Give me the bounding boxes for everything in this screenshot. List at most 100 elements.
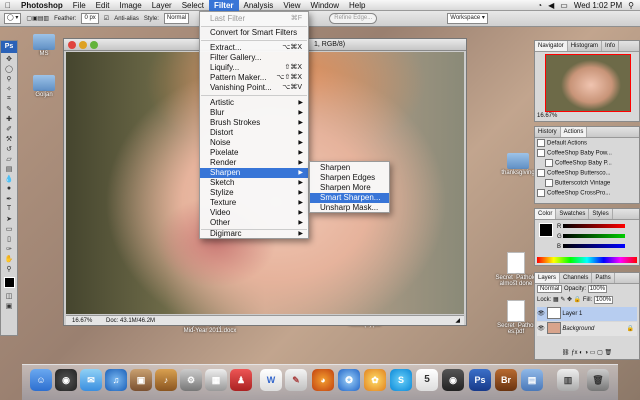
layer-row-layer1[interactable]: 👁 Layer 1 xyxy=(537,307,637,321)
channel-r-slider[interactable]: R xyxy=(557,223,637,231)
quick-mask-icon[interactable]: ◫ xyxy=(2,291,16,300)
action-row[interactable]: CoffeeShop Buttersco... xyxy=(537,169,637,177)
action-row[interactable]: CoffeeShop Baby P... xyxy=(537,159,637,167)
apple-menu-icon[interactable]:  xyxy=(0,0,16,11)
menu-item-filter-gallery[interactable]: Filter Gallery... xyxy=(200,53,308,63)
documents-stack-icon[interactable]: ▤ xyxy=(521,369,543,391)
tab-channels[interactable]: Channels xyxy=(560,273,593,283)
bridge-dock-icon[interactable]: Br xyxy=(495,369,517,391)
preview-icon[interactable]: ✎ xyxy=(285,369,307,391)
menu-item-liquify[interactable]: Liquify... ⇧⌘X xyxy=(200,63,308,73)
hand-tool-icon[interactable]: ✋ xyxy=(2,254,16,263)
menu-item-noise[interactable]: Noise ▶ xyxy=(200,138,308,148)
tab-navigator[interactable]: Navigator xyxy=(535,41,568,51)
iphoto-icon[interactable]: ▣ xyxy=(130,369,152,391)
menu-help[interactable]: Help xyxy=(344,0,370,11)
safari-icon[interactable]: ✪ xyxy=(338,369,360,391)
shape-tool-icon[interactable]: ▭ xyxy=(2,224,16,233)
zoom-level[interactable]: 16.67% xyxy=(72,316,92,326)
resize-grip-icon[interactable]: ◢ xyxy=(455,316,460,326)
layer-row-background[interactable]: 👁 Background 🔒 xyxy=(537,322,637,336)
channel-g-slider[interactable]: G xyxy=(557,233,637,241)
type-tool-icon[interactable]: T xyxy=(2,204,16,213)
navigator-zoom[interactable]: 16.67% xyxy=(537,112,637,120)
brush-tool-icon[interactable]: ✐ xyxy=(2,124,16,133)
menu-item-pixelate[interactable]: Pixelate ▶ xyxy=(200,148,308,158)
lasso-tool-icon[interactable]: ϙ xyxy=(2,74,16,83)
tab-swatches[interactable]: Swatches xyxy=(556,209,590,219)
menu-window[interactable]: Window xyxy=(306,0,344,11)
tab-paths[interactable]: Paths xyxy=(592,273,615,283)
dodge-tool-icon[interactable]: ● xyxy=(2,184,16,193)
trash-icon[interactable]: 🗑 xyxy=(587,369,609,391)
blur-tool-icon[interactable]: 💧 xyxy=(2,174,16,183)
submenu-item-sharpen[interactable]: Sharpen xyxy=(310,163,389,173)
tab-styles[interactable]: Styles xyxy=(589,209,613,219)
tab-color[interactable]: Color xyxy=(535,209,557,219)
menu-item-extract[interactable]: Extract... ⌥⌘X xyxy=(200,43,308,53)
tool-preset-picker[interactable]: ◯ ▾ xyxy=(4,13,22,24)
color-spectrum-bar[interactable] xyxy=(537,257,637,263)
gradient-tool-icon[interactable]: ▤ xyxy=(2,164,16,173)
battery-icon[interactable]: ▭ xyxy=(560,1,568,10)
clock[interactable]: Wed 1:02 PM xyxy=(574,1,622,10)
tab-layers[interactable]: Layers xyxy=(535,273,561,283)
doc-size[interactable]: Doc: 43.1M/46.2M xyxy=(106,316,155,326)
menu-analysis[interactable]: Analysis xyxy=(239,0,279,11)
zoom-button-icon[interactable] xyxy=(90,41,98,49)
downloads-stack-icon[interactable]: ▥ xyxy=(557,369,579,391)
photoshop-dock-icon[interactable]: Ps xyxy=(469,369,491,391)
marquee-tool-icon[interactable]: ◯ xyxy=(2,64,16,73)
submenu-item-unsharp-mask[interactable]: Unsharp Mask... xyxy=(310,203,389,213)
color-swatches-icon[interactable] xyxy=(2,274,16,290)
slice-tool-icon[interactable]: ✎ xyxy=(2,104,16,113)
word-doc-icon[interactable]: W xyxy=(260,369,282,391)
menu-edit[interactable]: Edit xyxy=(91,0,115,11)
menu-file[interactable]: File xyxy=(68,0,91,11)
calendar-icon[interactable]: 5 xyxy=(416,369,438,391)
menu-item-convert-smart-filters[interactable]: Convert for Smart Filters xyxy=(200,28,308,38)
submenu-item-sharpen-more[interactable]: Sharpen More xyxy=(310,183,389,193)
foreground-color-swatch[interactable] xyxy=(539,223,553,237)
antialias-checkbox[interactable]: ☑ xyxy=(104,15,109,22)
menu-item-sharpen[interactable]: Sharpen ▶ xyxy=(200,168,308,178)
lock-icons[interactable]: ▦ ✎ ✥ 🔒 xyxy=(553,297,581,303)
menu-image[interactable]: Image xyxy=(114,0,146,11)
close-button-icon[interactable] xyxy=(68,41,76,49)
chess-icon[interactable]: ♟ xyxy=(230,369,252,391)
blend-mode-select[interactable]: Normal xyxy=(537,285,563,293)
skype-icon[interactable]: S xyxy=(390,369,412,391)
menu-filter[interactable]: Filter xyxy=(208,0,239,11)
submenu-item-sharpen-edges[interactable]: Sharpen Edges xyxy=(310,173,389,183)
refine-edge-button[interactable]: Refine Edge... xyxy=(329,13,378,24)
dashboard-icon[interactable]: ◉ xyxy=(55,369,77,391)
menu-item-stylize[interactable]: Stylize ▶ xyxy=(200,188,308,198)
menu-layer[interactable]: Layer xyxy=(147,0,177,11)
opacity-input[interactable]: 100% xyxy=(587,285,608,293)
feather-input[interactable]: 0 px xyxy=(81,13,99,24)
spotlight-icon[interactable]: ⚲ xyxy=(628,1,634,10)
desktop-folder-goljan[interactable]: Goljan xyxy=(22,75,66,98)
style-select[interactable]: Normal xyxy=(163,13,190,24)
imovie-icon[interactable]: ⚙ xyxy=(180,369,202,391)
healing-brush-icon[interactable]: ✚ xyxy=(2,114,16,123)
clone-stamp-icon[interactable]: ⚒ xyxy=(2,134,16,143)
submenu-item-smart-sharpen[interactable]: Smart Sharpen... xyxy=(310,193,389,203)
finder-icon[interactable]: ☺ xyxy=(30,369,52,391)
magic-wand-icon[interactable]: ✧ xyxy=(2,84,16,93)
ichat-icon[interactable]: ✉ xyxy=(80,369,102,391)
desktop-doc-secret-patho[interactable]: Secret_Patholo almost done xyxy=(494,252,538,287)
pen-tool-icon[interactable]: ✒ xyxy=(2,194,16,203)
tab-info[interactable]: Info xyxy=(602,41,620,51)
garageband-icon[interactable]: ♪ xyxy=(155,369,177,391)
firefox-icon[interactable]: ◕ xyxy=(312,369,334,391)
move-tool-icon[interactable]: ✥ xyxy=(2,54,16,63)
eye-icon[interactable]: 👁 xyxy=(537,307,545,321)
menu-item-other[interactable]: Other ▶ xyxy=(200,218,308,228)
selection-mode-icons[interactable]: ▢▣▤▥ xyxy=(26,15,49,22)
menu-item-distort[interactable]: Distort ▶ xyxy=(200,128,308,138)
menu-item-render[interactable]: Render ▶ xyxy=(200,158,308,168)
notes-tool-icon[interactable]: ▯ xyxy=(2,234,16,243)
menu-item-video[interactable]: Video ▶ xyxy=(200,208,308,218)
history-brush-icon[interactable]: ↺ xyxy=(2,144,16,153)
